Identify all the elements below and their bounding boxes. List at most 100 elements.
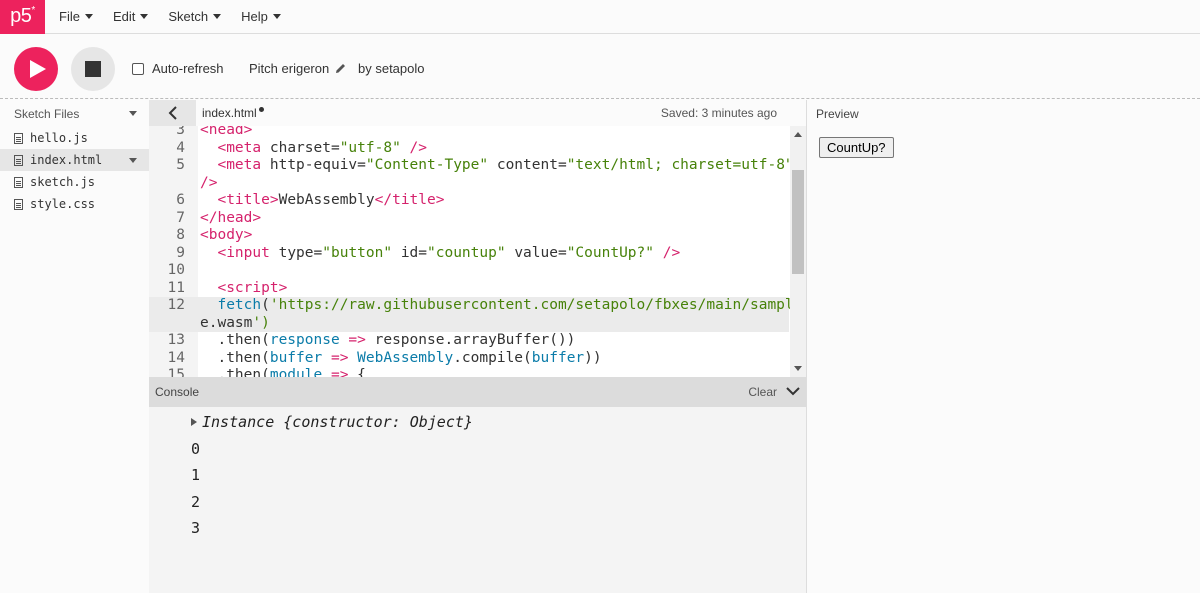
code-text[interactable]: /> [200, 175, 217, 193]
code-text[interactable]: fetch('https://raw.githubusercontent.com… [200, 297, 793, 315]
line-number: 10 [167, 262, 185, 278]
code-line[interactable]: 6 <title>WebAssembly</title> [149, 192, 789, 210]
code-text[interactable]: <meta charset="utf-8" /> [200, 140, 427, 158]
line-number: 6 [176, 192, 185, 208]
stop-button[interactable] [71, 47, 115, 91]
sidebar-header[interactable]: Sketch Files [0, 100, 149, 127]
code-line[interactable]: 5 <meta http-equiv="Content-Type" conten… [149, 157, 793, 175]
code-text[interactable]: </head> [200, 210, 261, 228]
code-text[interactable]: .then(module => { [200, 367, 365, 377]
file-item-hello-js[interactable]: hello.js [0, 127, 149, 149]
file-item-index-html[interactable]: index.html [0, 149, 149, 171]
console-header: Console Clear [149, 377, 806, 407]
file-icon [14, 176, 23, 188]
expand-triangle-icon[interactable] [191, 418, 197, 427]
code-text[interactable]: <script> [200, 280, 287, 298]
line-number: 14 [167, 349, 185, 366]
scrollbar-thumb[interactable] [792, 170, 804, 274]
code-line[interactable]: 7 </head> [149, 210, 789, 228]
console-entry: 2 [191, 489, 806, 516]
console-clear-button[interactable]: Clear [748, 385, 777, 399]
sidebar-title: Sketch Files [14, 106, 80, 121]
menu-sketch[interactable]: Sketch [168, 9, 222, 24]
pencil-icon[interactable] [335, 63, 346, 74]
line-number [149, 315, 185, 333]
code-text[interactable]: <body> [200, 227, 252, 245]
line-number [149, 175, 185, 193]
file-item-sketch-js[interactable]: sketch.js [0, 171, 149, 193]
saved-status: Saved: 3 minutes ago [660, 106, 777, 120]
file-name: sketch.js [30, 175, 96, 189]
line-number: 5 [176, 157, 185, 173]
logo-asterisk: * [31, 5, 35, 16]
code-line[interactable]: /> [149, 175, 789, 193]
countup-button[interactable] [819, 137, 894, 158]
stop-icon [85, 61, 101, 77]
scroll-down-arrow-icon[interactable] [794, 366, 802, 371]
code-text[interactable]: <head> [200, 126, 252, 140]
console-entry-text: Instance {constructor: Object} [202, 413, 473, 432]
unsaved-indicator-icon [258, 106, 264, 112]
console-entry[interactable]: Instance {constructor: Object} [191, 409, 806, 436]
console-panel: Console Clear Instance {constructor: Obj… [149, 377, 806, 593]
chevron-down-icon [213, 14, 222, 19]
code-text[interactable]: .then(buffer => WebAssembly.compile(buff… [200, 350, 601, 368]
code-line[interactable]: 10 [149, 262, 789, 280]
line-number: 7 [176, 209, 185, 226]
file-name: hello.js [30, 131, 88, 145]
scroll-up-arrow-icon[interactable] [794, 132, 802, 137]
code-line[interactable]: 11 <script> [149, 280, 789, 298]
auto-refresh-label: Auto-refresh [152, 61, 224, 76]
code-editor[interactable]: 3 <head> 4 <meta charset="utf-8" /> 5 <meta… [149, 126, 806, 377]
menu-edit[interactable]: Edit [113, 9, 149, 24]
menu-file[interactable]: File [59, 9, 93, 24]
collapse-sidebar-button[interactable] [149, 100, 196, 126]
code-text[interactable]: <input type="button" id="countup" value=… [200, 245, 680, 263]
menu-file-label: File [59, 9, 80, 24]
p5-logo[interactable]: p5 * [0, 0, 45, 34]
sketch-author: by setapolo [358, 61, 425, 76]
code-line[interactable]: 3 <head> [149, 126, 789, 140]
chevron-down-icon[interactable] [786, 386, 800, 396]
code-line[interactable]: 13 .then(response => response.arrayBuffe… [149, 332, 789, 350]
chevron-down-icon [84, 14, 93, 19]
line-number: 12 [167, 297, 185, 313]
console-entry: 1 [191, 462, 806, 489]
code-text[interactable]: .then(response => response.arrayBuffer()… [200, 332, 575, 350]
auto-refresh-toggle[interactable]: Auto-refresh [132, 61, 224, 76]
code-text[interactable]: <title>WebAssembly</title> [200, 192, 444, 210]
line-number: 15 [167, 367, 185, 377]
line-number: 3 [176, 126, 185, 138]
auto-refresh-checkbox[interactable] [132, 62, 144, 75]
sketch-name[interactable]: Pitch erigeron [249, 61, 346, 76]
editor-scrollbar[interactable] [790, 126, 806, 377]
sidebar: Sketch Files hello.js index.html sketch.… [0, 100, 149, 593]
code-line[interactable]: 4 <meta charset="utf-8" /> [149, 140, 789, 158]
preview-panel: Preview [806, 100, 1200, 593]
menu-sketch-label: Sketch [168, 9, 209, 24]
code-line[interactable]: e.wasm') [149, 314, 789, 333]
play-button[interactable] [14, 47, 58, 91]
top-nav: p5 * File Edit Sketch Help [0, 0, 1200, 34]
chevron-down-icon[interactable] [129, 111, 137, 116]
console-title: Console [155, 385, 200, 399]
code-content[interactable]: 3 <head> 4 <meta charset="utf-8" /> 5 <meta… [149, 126, 794, 377]
console-entry-text: 0 [191, 439, 201, 458]
code-line[interactable]: 9 <input type="button" id="countup" valu… [149, 245, 789, 263]
toolbar: Auto-refresh Pitch erigeron by setapolo [0, 35, 1200, 99]
code-line[interactable]: 8 <body> [149, 227, 789, 245]
file-icon [14, 132, 23, 144]
chevron-down-icon [272, 14, 281, 19]
code-text[interactable]: e.wasm') [200, 315, 270, 333]
code-line[interactable]: 12 fetch('https://raw.githubusercontent.… [149, 297, 794, 315]
code-line[interactable]: 15 .then(module => { [149, 367, 789, 377]
file-options-chevron-icon[interactable] [129, 157, 137, 163]
menu-help-label: Help [241, 9, 268, 24]
logo-text: p5 [10, 5, 32, 27]
code-text[interactable]: <meta http-equiv="Content-Type" content=… [200, 157, 793, 175]
file-name: index.html [30, 153, 103, 167]
menu-help[interactable]: Help [241, 9, 281, 24]
code-line[interactable]: 14 .then(buffer => WebAssembly.compile(b… [149, 350, 789, 368]
file-item-style-css[interactable]: style.css [0, 193, 149, 215]
console-entry: 3 [191, 515, 806, 542]
